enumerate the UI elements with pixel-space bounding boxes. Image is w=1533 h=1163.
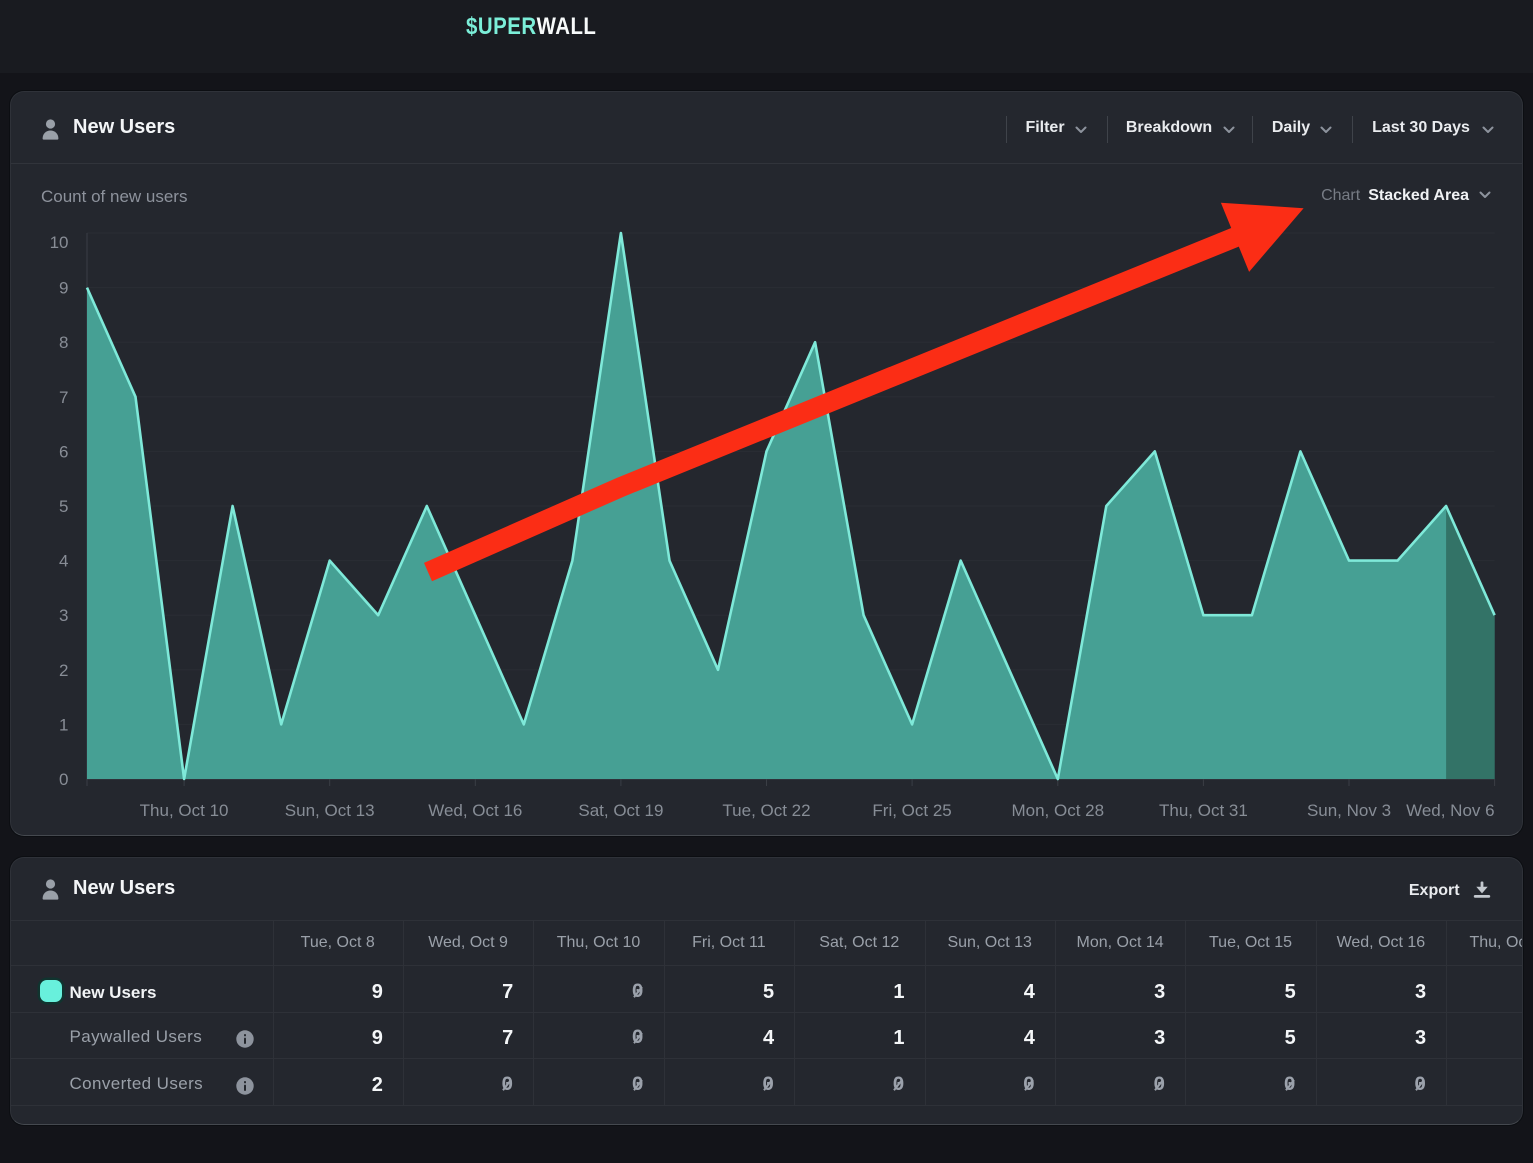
svg-text:4: 4 (59, 552, 68, 571)
svg-text:Sun, Nov 3: Sun, Nov 3 (1307, 801, 1391, 820)
svg-text:8: 8 (59, 333, 68, 352)
svg-text:0: 0 (59, 770, 68, 789)
svg-text:3: 3 (59, 606, 68, 625)
svg-text:Sat, Oct 19: Sat, Oct 19 (578, 801, 663, 820)
svg-text:1: 1 (59, 715, 68, 734)
svg-text:2: 2 (59, 661, 68, 680)
svg-text:Fri, Oct 25: Fri, Oct 25 (872, 801, 951, 820)
svg-text:7: 7 (59, 388, 68, 407)
svg-text:6: 6 (59, 442, 68, 461)
svg-text:Wed, Nov 6: Wed, Nov 6 (1406, 801, 1495, 820)
svg-text:Tue, Oct 22: Tue, Oct 22 (722, 801, 810, 820)
svg-text:Thu, Oct 31: Thu, Oct 31 (1159, 801, 1248, 820)
svg-text:Thu, Oct 10: Thu, Oct 10 (140, 801, 229, 820)
svg-text:5: 5 (59, 497, 68, 516)
svg-text:10: 10 (50, 233, 69, 252)
svg-text:9: 9 (59, 279, 68, 298)
svg-text:Wed, Oct 16: Wed, Oct 16 (428, 801, 522, 820)
svg-text:Sun, Oct 13: Sun, Oct 13 (285, 801, 375, 820)
svg-text:Mon, Oct 28: Mon, Oct 28 (1011, 801, 1104, 820)
